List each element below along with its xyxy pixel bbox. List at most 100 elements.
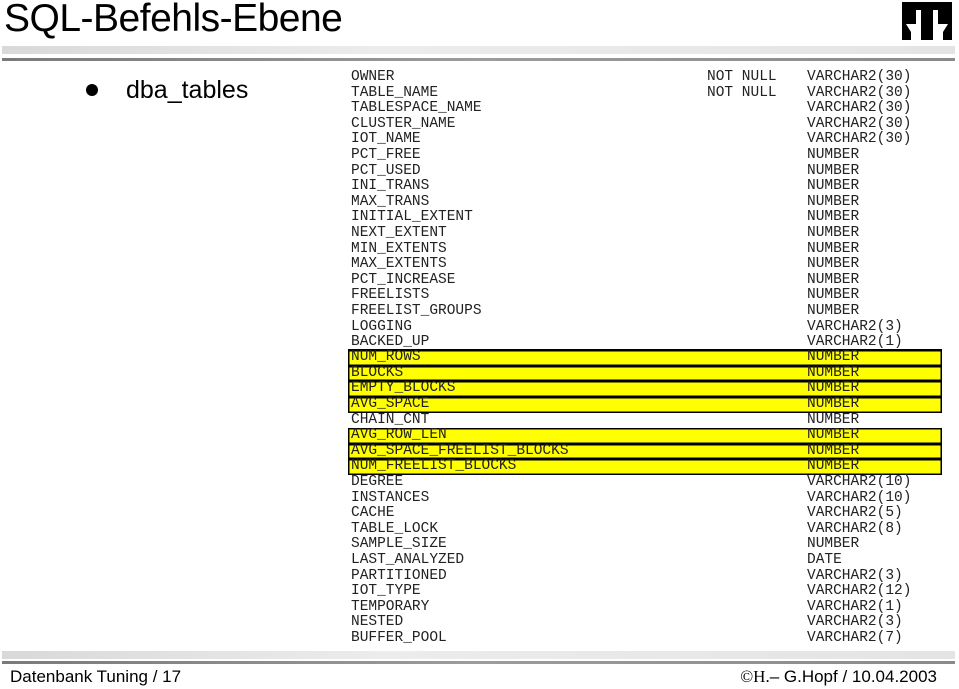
column-type: VARCHAR2(30) (807, 115, 912, 132)
bullet-label: dba_tables (126, 76, 249, 104)
column-name: MAX_TRANS (351, 193, 430, 210)
column-row: DEGREE VARCHAR2(10) (348, 473, 942, 491)
highlighted-column-row: AVG_SPACE_FREELIST_BLOCKS NUMBER (348, 442, 942, 460)
column-name: INSTANCES (351, 489, 430, 506)
column-name: CHAIN_CNT (351, 411, 430, 428)
column-name: LAST_ANALYZED (351, 551, 465, 568)
column-row: CHAIN_CNT NUMBER (348, 411, 942, 429)
column-row: TABLESPACE_NAME VARCHAR2(30) (348, 101, 942, 117)
column-name: CLUSTER_NAME (351, 115, 456, 132)
column-type: NUMBER (807, 240, 860, 257)
column-row: TEMPORARY VARCHAR2(1) (348, 598, 942, 616)
column-row: IOT_TYPE VARCHAR2(12) (348, 583, 942, 600)
footer-divider-dark (2, 661, 955, 664)
column-row: TABLE_LOCK VARCHAR2(8) (348, 520, 942, 538)
column-name: INITIAL_EXTENT (351, 209, 473, 226)
column-row: BACKED_UP VARCHAR2(1) (348, 334, 942, 351)
highlighted-column-row: EMPTY_BLOCKS NUMBER (348, 381, 942, 397)
column-type: NUMBER (807, 271, 860, 288)
header-divider-light (2, 46, 955, 54)
column-type: VARCHAR2(3) (807, 614, 903, 631)
column-name: NEXT_EXTENT (351, 224, 447, 241)
column-type: VARCHAR2(1) (807, 598, 903, 615)
column-type: NUMBER (807, 411, 860, 428)
column-row: MAX_EXTENTS NUMBER (348, 257, 942, 273)
column-name: SAMPLE_SIZE (351, 536, 447, 553)
column-name: TEMPORARY (351, 598, 430, 615)
bullet-icon (86, 84, 98, 96)
column-type: DATE (807, 551, 842, 568)
column-row: TABLE_NAME NOT NULL VARCHAR2(30) (348, 84, 942, 102)
column-type: NUMBER (807, 193, 860, 210)
column-row: CLUSTER_NAME VARCHAR2(30) (348, 115, 942, 133)
column-name: NESTED (351, 614, 404, 631)
column-row: NESTED VARCHAR2(3) (348, 615, 942, 631)
column-type: VARCHAR2(8) (807, 520, 903, 537)
column-row: MIN_EXTENTS NUMBER (348, 240, 942, 258)
footer-divider-light (2, 651, 955, 659)
column-row: MAX_TRANS NUMBER (348, 193, 942, 211)
column-null-constraint: NOT NULL (707, 84, 777, 101)
column-name: PCT_USED (351, 162, 421, 179)
column-type: NUMBER (807, 380, 860, 397)
column-type: VARCHAR2(5) (807, 505, 903, 522)
column-row: INITIAL_EXTENT NUMBER (348, 210, 942, 226)
institution-logo-icon (902, 2, 952, 40)
highlighted-column-row: BLOCKS NUMBER (348, 364, 942, 382)
column-name: NUM_FREELIST_BLOCKS (351, 458, 517, 475)
column-row: PCT_INCREASE NUMBER (348, 271, 942, 289)
column-name: BLOCKS (351, 364, 404, 381)
column-type: NUMBER (807, 458, 860, 475)
column-name: DEGREE (351, 473, 404, 490)
header-divider-dark (2, 58, 955, 61)
column-name: TABLESPACE_NAME (351, 100, 482, 117)
column-row: INSTANCES VARCHAR2(10) (348, 489, 942, 507)
column-type: VARCHAR2(30) (807, 69, 912, 85)
column-type: NUMBER (807, 224, 860, 241)
column-row: FREELISTS NUMBER (348, 288, 942, 304)
column-type: NUMBER (807, 349, 860, 366)
column-type: VARCHAR2(7) (807, 629, 903, 646)
column-name: MAX_EXTENTS (351, 256, 447, 273)
column-name: PARTITIONED (351, 567, 447, 584)
column-name: CACHE (351, 505, 395, 522)
column-row: PARTITIONED VARCHAR2(3) (348, 567, 942, 585)
column-type: VARCHAR2(3) (807, 318, 903, 335)
footer-author-date: ©H.– G.Hopf / 10.04.2003 (740, 666, 937, 688)
highlighted-column-row: NUM_ROWS NUMBER (348, 350, 942, 366)
column-type: NUMBER (807, 302, 860, 319)
column-row: INI_TRANS NUMBER (348, 179, 942, 195)
column-type: NUMBER (807, 427, 860, 444)
column-type: VARCHAR2(30) (807, 84, 912, 101)
column-row: CACHE VARCHAR2(5) (348, 506, 942, 522)
column-name: FREELISTS (351, 287, 430, 304)
column-type: NUMBER (807, 536, 860, 553)
highlighted-column-row: AVG_SPACE NUMBER (348, 395, 942, 413)
column-type: NUMBER (807, 364, 860, 381)
column-name: IOT_NAME (351, 131, 421, 148)
column-row: IOT_NAME VARCHAR2(30) (348, 132, 942, 148)
column-name: PCT_FREE (351, 146, 421, 163)
column-name: PCT_INCREASE (351, 271, 456, 288)
column-row: PCT_FREE NUMBER (348, 146, 942, 164)
column-row: SAMPLE_SIZE NUMBER (348, 537, 942, 553)
column-type: NUMBER (807, 395, 860, 412)
column-name: AVG_SPACE (351, 395, 430, 412)
column-null-constraint: NOT NULL (707, 69, 777, 85)
column-type: NUMBER (807, 442, 860, 459)
column-row: PCT_USED NUMBER (348, 162, 942, 180)
column-row: BUFFER_POOL VARCHAR2(7) (348, 629, 942, 647)
column-type: VARCHAR2(10) (807, 489, 912, 506)
highlighted-column-row: AVG_ROW_LEN NUMBER (348, 428, 942, 444)
column-type: VARCHAR2(3) (807, 567, 903, 584)
column-name: EMPTY_BLOCKS (351, 380, 456, 397)
column-name: INI_TRANS (351, 178, 430, 195)
table-description-listing: OWNER NOT NULL VARCHAR2(30) TABLE_NAME NOT N… (348, 69, 942, 647)
column-name: MIN_EXTENTS (351, 240, 447, 257)
column-name: OWNER (351, 69, 395, 85)
column-type: VARCHAR2(12) (807, 583, 912, 600)
column-row: OWNER NOT NULL VARCHAR2(30) (348, 69, 942, 86)
column-type: NUMBER (807, 209, 860, 226)
footer-course-page: Datenbank Tuning / 17 (10, 667, 182, 686)
column-name: TABLE_LOCK (351, 520, 439, 537)
